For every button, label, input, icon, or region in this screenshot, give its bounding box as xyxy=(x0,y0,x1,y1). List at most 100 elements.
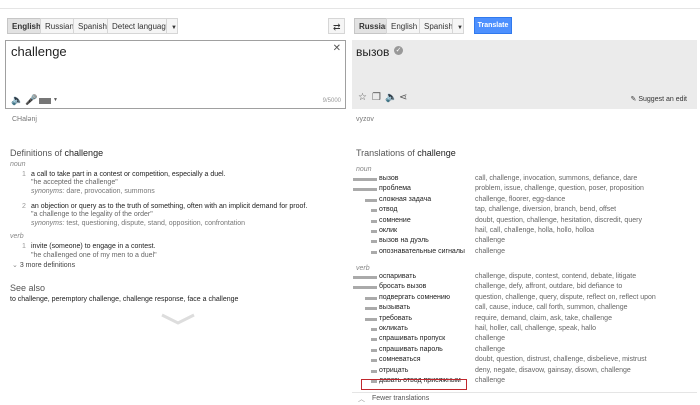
definition-synonyms: synonyms: test, questioning, dispute, st… xyxy=(31,220,246,227)
translation-synonyms: deny, negate, disavow, gainsay, disown, … xyxy=(475,366,631,374)
frequency-bar xyxy=(365,198,377,202)
definition-example: "he challenged one of my men to a duel" xyxy=(31,252,157,259)
swap-languages-button[interactable]: ⇄ xyxy=(328,18,345,34)
definition-example: "he accepted the challenge" xyxy=(31,179,118,186)
translation-row[interactable]: вызывать call, cause, induce, call forth,… xyxy=(365,304,699,314)
translation-row[interactable]: проблема problem, issue, challenge, quest… xyxy=(353,185,699,195)
verb-label: verb xyxy=(356,265,370,272)
translation-word[interactable]: опознавательные сигналы xyxy=(379,248,465,255)
chevron-down-icon: ▼ xyxy=(457,25,463,31)
frequency-bar xyxy=(371,250,377,254)
translation-word[interactable]: требовать xyxy=(379,315,412,322)
fewer-translations-bar[interactable]: ︿ Fewer translations xyxy=(352,392,697,405)
verb-label: verb xyxy=(10,233,24,240)
clear-text-icon[interactable]: ✕ xyxy=(333,44,341,54)
speaker-icon[interactable]: 🔈 xyxy=(11,96,23,106)
translation-row[interactable]: сомневаться doubt, question, distrust, ch… xyxy=(369,356,699,366)
frequency-bar xyxy=(353,188,377,192)
translation-row[interactable]: сложная задача challenge, floorer, egg-da… xyxy=(365,195,699,206)
source-text[interactable]: challenge xyxy=(11,44,67,59)
frequency-bar xyxy=(371,348,377,352)
share-icon[interactable]: ⋖ xyxy=(399,93,407,103)
translation-row[interactable]: оспаривать challenge, dispute, contest, c… xyxy=(353,273,699,283)
translation-synonyms: challenge xyxy=(475,377,505,384)
collapse-chevron-icon[interactable] xyxy=(160,313,196,325)
translation-row[interactable]: подвергать сомнению question, challenge, … xyxy=(365,294,699,304)
highlight-box xyxy=(361,379,467,390)
frequency-bar xyxy=(365,296,377,300)
translate-button[interactable]: Translate xyxy=(474,17,512,34)
translation-row[interactable]: сомнение doubt, question, challenge, hesi… xyxy=(369,217,699,227)
translation-synonyms: call, cause, induce, call forth, summon,… xyxy=(475,304,628,312)
translation-word[interactable]: вызывать xyxy=(379,304,410,311)
see-also-links[interactable]: to challenge, peremptory challenge, chal… xyxy=(10,296,238,303)
translation-row[interactable]: отрицать deny, negate, disavow, gainsay, … xyxy=(369,367,699,377)
star-icon[interactable]: ☆ xyxy=(358,93,367,103)
translation-synonyms: require, demand, claim, ask, take, chall… xyxy=(475,314,612,322)
suggest-edit-link[interactable]: ✎ Suggest an edit xyxy=(631,95,687,103)
copy-icon[interactable]: ❐ xyxy=(372,93,381,103)
translation-row[interactable]: окликать hail, holler, call, challenge, s… xyxy=(369,325,699,335)
definition-synonyms: synonyms: dare, provocation, summons xyxy=(31,188,155,195)
frequency-bar xyxy=(371,209,377,213)
translation-word[interactable]: сложная задача xyxy=(379,196,431,203)
frequency-bar xyxy=(371,219,377,223)
speaker-icon[interactable]: 🔈 xyxy=(385,93,397,103)
translation-row[interactable]: оклик hail, call, challenge, holla, hollo… xyxy=(369,227,699,237)
translation-synonyms: hail, holler, call, challenge, speak, ha… xyxy=(475,325,597,332)
translation-row[interactable]: бросать вызов challenge, defy, affront, o… xyxy=(353,283,699,293)
definition-text: invite (someone) to engage in a contest. xyxy=(31,243,156,250)
chevron-up-icon: ︿ xyxy=(358,396,365,403)
translation-word[interactable]: спрашивать пароль xyxy=(379,346,443,353)
translation-word[interactable]: подвергать сомнению xyxy=(379,294,450,301)
translation-row[interactable]: вызов на дуэль challenge xyxy=(369,237,699,247)
translation-word[interactable]: проблема xyxy=(379,185,411,192)
frequency-bar xyxy=(353,178,377,181)
more-definitions-link[interactable]: ⌄ 3 more definitions xyxy=(12,261,75,269)
translation-row[interactable]: спрашивать пропуск challenge xyxy=(369,335,699,345)
translation-word[interactable]: окликать xyxy=(379,325,408,332)
chevron-down-icon[interactable]: ▼ xyxy=(53,97,58,103)
def-num: 1 xyxy=(22,171,26,178)
translation-synonyms: challenge xyxy=(475,335,505,343)
translation-word[interactable]: отрицать xyxy=(379,367,408,374)
target-lang-dropdown[interactable]: ▼ xyxy=(452,18,464,34)
translation-word[interactable]: вызов на дуэль xyxy=(379,237,429,244)
frequency-bar xyxy=(353,276,377,279)
translation-row[interactable]: вызов call, challenge, invocation, summon… xyxy=(353,175,699,185)
def-num: 2 xyxy=(22,203,26,210)
keyboard-icon[interactable] xyxy=(39,98,51,104)
translation-synonyms: challenge, dispute, contest, contend, de… xyxy=(475,273,637,280)
translation-word[interactable]: оклик xyxy=(379,227,397,234)
translation-row[interactable]: отвод tap, challenge, diversion, branch, … xyxy=(369,206,699,216)
chevron-down-icon: ▼ xyxy=(171,25,177,31)
translation-word[interactable]: бросать вызов xyxy=(379,283,426,290)
definition-example: "a challenge to the legality of the orde… xyxy=(31,211,153,218)
translation-word[interactable]: оспаривать xyxy=(379,273,416,280)
translation-word[interactable]: вызов xyxy=(379,175,399,182)
translation-row[interactable]: требовать require, demand, claim, ask, ta… xyxy=(365,314,699,325)
frequency-bar xyxy=(371,359,377,363)
translation-word[interactable]: отвод xyxy=(379,206,397,213)
translation-synonyms: problem, issue, challenge, question, pos… xyxy=(475,185,644,193)
target-transliteration: vyzov xyxy=(356,116,374,123)
pencil-icon: ✎ xyxy=(630,96,637,103)
translation-word[interactable]: спрашивать пропуск xyxy=(379,335,445,342)
definition-text: a call to take part in a contest or comp… xyxy=(31,171,226,178)
source-text-area[interactable]: challenge ✕ 🔈 🎤 ▼ 9/5000 xyxy=(5,40,346,109)
definition-text: an objection or query as to the truth of… xyxy=(31,203,308,210)
translation-row[interactable]: спрашивать пароль challenge xyxy=(369,346,699,356)
translation-synonyms: challenge, floorer, egg-dance xyxy=(475,195,566,203)
translation-word[interactable]: сомнение xyxy=(379,217,411,224)
translation-synonyms: call, challenge, invocation, summons, de… xyxy=(475,175,638,182)
frequency-bar xyxy=(371,230,377,233)
frequency-bar xyxy=(371,369,377,373)
translation-synonyms: tap, challenge, diversion, branch, bend,… xyxy=(475,206,617,214)
microphone-icon[interactable]: 🎤 xyxy=(25,96,37,106)
source-lang-dropdown[interactable]: ▼ xyxy=(166,18,178,34)
verified-icon: ✓ xyxy=(394,46,403,55)
see-also-title: See also xyxy=(10,283,46,293)
translation-row[interactable]: опознавательные сигналы challenge xyxy=(369,248,699,258)
translation-word[interactable]: сомневаться xyxy=(379,356,421,363)
target-lang-english[interactable]: English xyxy=(386,18,423,34)
